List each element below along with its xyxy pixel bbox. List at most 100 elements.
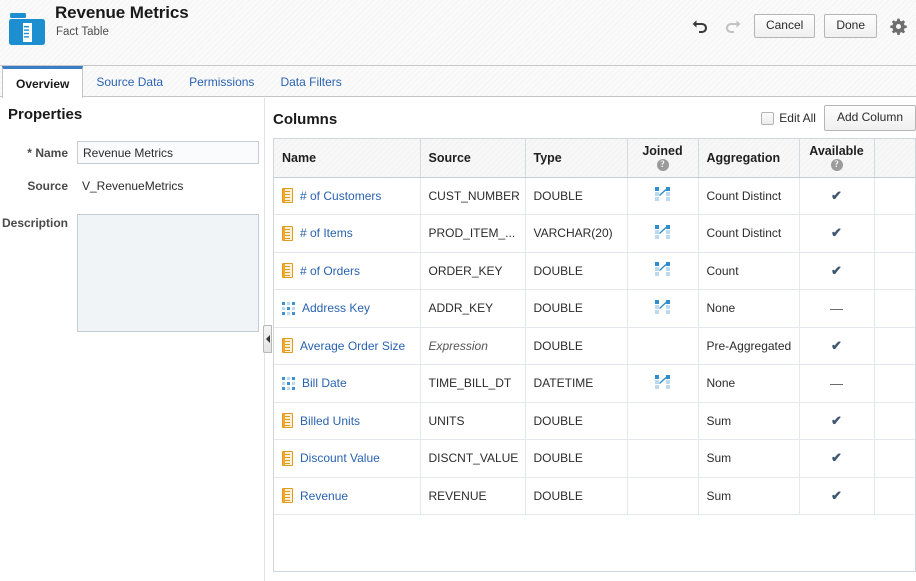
cell-aggregation[interactable]: Count Distinct [698,214,800,253]
description-textarea[interactable] [77,214,259,332]
done-button[interactable]: Done [824,14,877,38]
column-name-link[interactable]: Billed Units [300,414,360,428]
column-header-available[interactable]: Available ? [799,139,875,178]
joined-icon[interactable] [654,262,671,277]
cell-actions[interactable] [874,439,915,478]
column-header-joined[interactable]: Joined ? [627,139,699,178]
edit-all-label: Edit All [779,111,816,125]
check-icon: ✔ [831,262,842,278]
cell-aggregation[interactable]: Pre-Aggregated [698,327,800,365]
source-value: CUST_NUMBER [428,188,520,203]
cell-actions[interactable] [874,402,915,440]
cell-name: # of Orders [274,252,421,290]
cell-available: ✔ [799,252,875,290]
cell-aggregation[interactable]: None [698,364,800,403]
cell-name: Revenue [274,477,421,515]
columns-table-container: Name Source Type Joined ? Aggregation Av… [273,138,916,572]
source-value: ADDR_KEY [428,301,494,316]
joined-header-label: Joined [642,143,683,158]
table-row[interactable]: Address Key ADDR_KEY DOUBLE None — [274,289,915,328]
cell-actions[interactable] [874,364,915,403]
gear-icon[interactable] [886,14,910,38]
undo-icon[interactable] [688,14,712,38]
cell-available: ✔ [799,439,875,478]
table-row[interactable]: # of Items PROD_ITEM_... VARCHAR(20) Count … [274,214,915,253]
checkbox-box[interactable] [761,111,775,125]
name-input[interactable] [77,141,259,164]
cell-actions[interactable] [874,289,915,328]
collapse-left-arrow-icon[interactable] [263,325,272,353]
column-name-link[interactable]: # of Orders [300,264,360,278]
cell-type: DOUBLE [525,327,628,365]
tab-permissions[interactable]: Permissions [176,66,267,97]
tab-data-filters[interactable]: Data Filters [267,66,354,97]
cell-name: Average Order Size [274,327,421,365]
cancel-button[interactable]: Cancel [753,14,816,38]
cell-aggregation[interactable]: Sum [698,402,800,440]
source-value: REVENUE [428,488,487,503]
cell-actions[interactable] [874,177,915,215]
name-label: * Name [0,146,68,160]
cell-joined [627,477,699,515]
table-row[interactable]: Bill Date TIME_BILL_DT DATETIME None — [274,364,915,403]
attribute-icon [282,376,295,390]
available-header-label: Available [809,143,864,158]
column-name-link[interactable]: # of Items [300,226,353,240]
column-name-link[interactable]: # of Customers [300,189,381,203]
cell-joined [627,402,699,440]
cell-aggregation[interactable]: Count [698,252,800,290]
source-value: Expression [428,338,488,353]
check-icon: ✔ [831,225,842,241]
cell-joined [627,364,699,403]
cell-available: ✔ [799,327,875,365]
column-name-link[interactable]: Revenue [300,489,348,503]
cell-aggregation[interactable]: None [698,289,800,328]
tab-bar: Overview Source Data Permissions Data Fi… [0,66,916,98]
cell-aggregation[interactable]: Count Distinct [698,177,800,215]
edit-all-checkbox[interactable]: Edit All [761,111,816,125]
name-label-text: Name [35,145,68,160]
column-header-source[interactable]: Source [420,139,526,178]
cell-aggregation[interactable]: Sum [698,477,800,515]
help-icon[interactable]: ? [830,158,843,171]
description-label: Description [1,216,68,230]
table-row[interactable]: Average Order Size Expression DOUBLE Pre-Ag… [274,327,915,365]
cell-joined [627,214,699,253]
cell-source: TIME_BILL_DT [420,364,526,403]
joined-icon[interactable] [654,224,671,239]
cell-available: ✔ [799,214,875,253]
column-header-aggregation[interactable]: Aggregation [698,139,800,178]
column-name-link[interactable]: Address Key [302,301,370,315]
cell-aggregation[interactable]: Sum [698,439,800,478]
tab-source-data[interactable]: Source Data [83,66,176,97]
joined-icon[interactable] [654,187,671,202]
joined-icon[interactable] [654,299,671,314]
joined-icon[interactable] [654,374,671,389]
table-row[interactable]: # of Orders ORDER_KEY DOUBLE Count ✔ [274,252,915,290]
cell-actions[interactable] [874,252,915,290]
cell-name: # of Items [274,214,421,253]
cell-actions[interactable] [874,214,915,253]
help-icon[interactable]: ? [656,158,669,171]
table-row[interactable]: Revenue REVENUE DOUBLE Sum ✔ [274,477,915,515]
column-header-name[interactable]: Name [274,139,421,178]
source-value: TIME_BILL_DT [428,376,512,391]
tab-overview[interactable]: Overview [2,66,84,98]
cell-type: DOUBLE [525,289,628,328]
add-column-button[interactable]: Add Column [823,105,916,131]
check-icon: ✔ [831,487,842,503]
cell-joined [627,252,699,290]
properties-title: Properties [8,106,83,123]
table-row[interactable]: Billed Units UNITS DOUBLE Sum ✔ [274,402,915,440]
table-row[interactable]: # of Customers CUST_NUMBER DOUBLE Count Dis… [274,177,915,215]
cell-source: REVENUE [420,477,526,515]
column-header-type[interactable]: Type [525,139,628,178]
measure-icon [282,188,293,204]
cell-actions[interactable] [874,477,915,515]
column-name-link[interactable]: Average Order Size [300,339,405,353]
table-row[interactable]: Discount Value DISCNT_VALUE DOUBLE Sum ✔ [274,439,915,478]
columns-panel: Columns Edit All Add Column Name Source … [272,98,916,581]
cell-actions[interactable] [874,327,915,365]
column-name-link[interactable]: Bill Date [302,376,347,390]
column-name-link[interactable]: Discount Value [300,451,380,465]
